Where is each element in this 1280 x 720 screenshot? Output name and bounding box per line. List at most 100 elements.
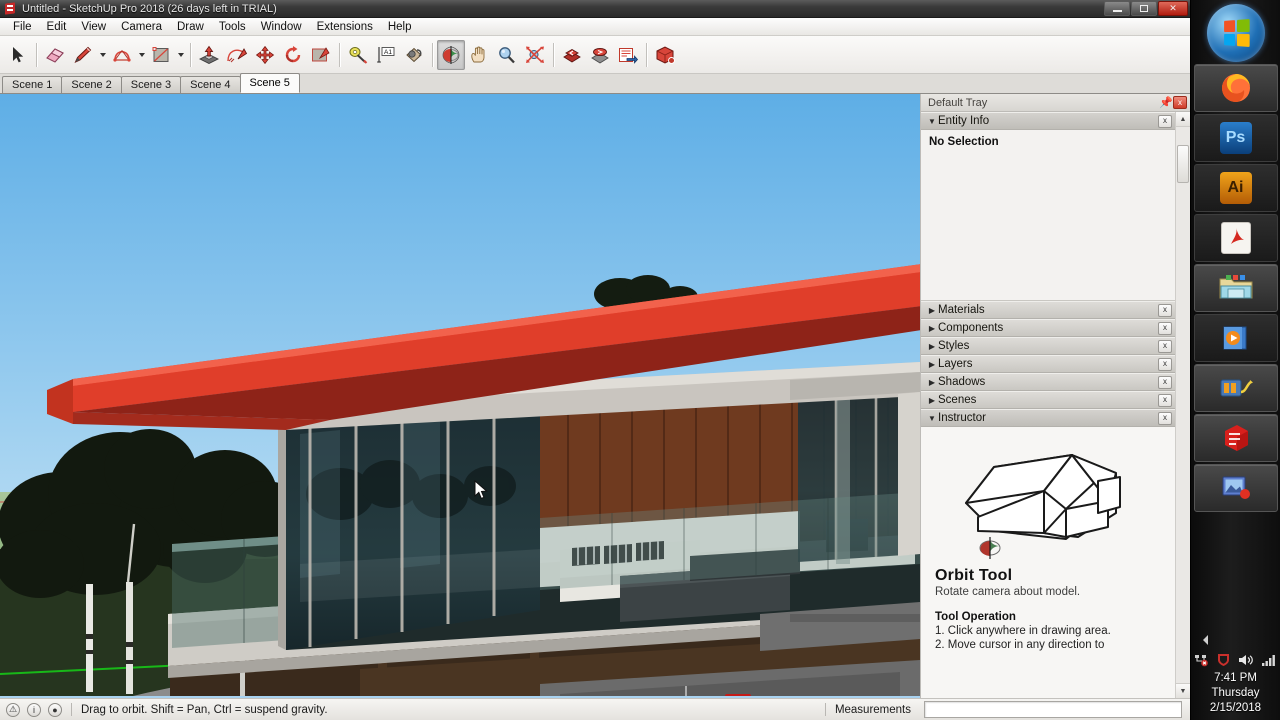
menu-tools[interactable]: Tools (212, 19, 253, 35)
menu-edit[interactable]: Edit (40, 19, 74, 35)
pan-tool[interactable] (465, 40, 493, 70)
media-player-icon (1223, 326, 1246, 350)
scene-tab-3[interactable]: Scene 3 (120, 76, 182, 93)
pin-icon[interactable]: 📌 (1159, 96, 1173, 110)
previous-view-tool[interactable] (558, 40, 586, 70)
panel-close-components[interactable]: x (1158, 321, 1172, 335)
3d-warehouse-tool[interactable] (651, 40, 679, 70)
taskbar-video-editor[interactable] (1193, 364, 1278, 412)
status-divider (71, 703, 72, 716)
line-tool-dropdown-icon[interactable] (97, 40, 108, 70)
show-hidden-icons-button[interactable] (1191, 634, 1280, 646)
tape-measure-tool[interactable] (344, 40, 372, 70)
scroll-down-icon[interactable]: ▼ (1176, 683, 1190, 698)
clock-day: Thursday (1211, 687, 1260, 699)
tray-scrollbar[interactable]: ▲ ▼ (1175, 112, 1190, 698)
move-tool[interactable] (251, 40, 279, 70)
taskbar-firefox[interactable] (1193, 64, 1278, 112)
signal-icon[interactable] (1261, 653, 1277, 667)
entity-info-status: No Selection (929, 136, 999, 148)
menu-file[interactable]: File (6, 19, 39, 35)
taskbar-explorer[interactable] (1193, 264, 1278, 312)
panel-close-shadows[interactable]: x (1158, 375, 1172, 389)
measurements-input[interactable] (924, 701, 1182, 718)
menu-help[interactable]: Help (381, 19, 419, 35)
menu-camera[interactable]: Camera (114, 19, 169, 35)
panel-header-layers[interactable]: ▶ Layers x (921, 355, 1175, 373)
orbit-tool[interactable] (437, 39, 465, 70)
network-icon[interactable] (1194, 653, 1209, 667)
taskbar-photoshop[interactable]: Ps (1193, 114, 1278, 162)
panel-header-components[interactable]: ▶ Components x (921, 319, 1175, 337)
close-button[interactable]: ✕ (1158, 1, 1188, 16)
paint-bucket-tool[interactable] (400, 40, 428, 70)
panel-header-instructor[interactable]: ▼ Instructor x (921, 409, 1175, 427)
panel-header-shadows[interactable]: ▶ Shadows x (921, 373, 1175, 391)
rectangle-tool-dropdown-icon[interactable] (175, 40, 186, 70)
panel-header-entity-info[interactable]: ▼ Entity Info x (921, 112, 1175, 130)
scroll-up-icon[interactable]: ▲ (1176, 112, 1190, 127)
eraser-tool[interactable] (41, 40, 69, 70)
pushpull-tool[interactable] (195, 40, 223, 70)
taskbar-media-player[interactable] (1193, 314, 1278, 362)
panel-close-entity-info[interactable]: x (1158, 114, 1172, 128)
arc-tool[interactable] (108, 40, 136, 70)
scrollbar-track[interactable] (1176, 127, 1190, 683)
scene-tab-2[interactable]: Scene 2 (61, 76, 122, 93)
position-camera-tool[interactable] (614, 40, 642, 70)
offset-tool[interactable] (307, 40, 335, 70)
scene-tab-5[interactable]: Scene 5 (239, 73, 300, 93)
select-tool[interactable] (4, 40, 32, 70)
tray-close-button[interactable]: x (1173, 96, 1187, 109)
panel-title-materials: Materials (938, 304, 985, 316)
panel-header-scenes[interactable]: ▶ Scenes x (921, 391, 1175, 409)
panel-close-materials[interactable]: x (1158, 303, 1172, 317)
panel-close-layers[interactable]: x (1158, 357, 1172, 371)
toolbar-separator (36, 42, 37, 67)
taskbar-acrobat[interactable] (1193, 214, 1278, 262)
default-tray: Default Tray 📌 x ▼ Entity Info x No Sele (920, 94, 1190, 698)
model-viewport[interactable] (0, 94, 920, 698)
chevron-down-icon: ▼ (928, 413, 936, 423)
photoshop-icon: Ps (1219, 122, 1252, 154)
volume-icon[interactable] (1238, 653, 1254, 667)
dimension-tool[interactable]: A1 (372, 40, 400, 70)
minimize-button[interactable] (1104, 1, 1130, 16)
start-button[interactable] (1206, 4, 1265, 62)
taskbar-image-viewer[interactable] (1193, 464, 1278, 512)
panel-close-instructor[interactable]: x (1158, 411, 1172, 425)
menu-window[interactable]: Window (254, 19, 309, 35)
taskbar-illustrator[interactable]: Ai (1193, 164, 1278, 212)
warning-icon[interactable]: ⚠ (6, 702, 20, 717)
maximize-button[interactable] (1131, 1, 1157, 16)
arc-tool-dropdown-icon[interactable] (136, 40, 147, 70)
panel-header-materials[interactable]: ▶ Materials x (921, 301, 1175, 319)
rectangle-tool[interactable] (147, 40, 175, 70)
panel-close-scenes[interactable]: x (1158, 393, 1172, 407)
scene-tab-4[interactable]: Scene 4 (180, 76, 241, 93)
followme-tool[interactable] (223, 40, 251, 70)
security-shield-icon[interactable] (1216, 652, 1231, 667)
toolbar-separator (190, 42, 191, 67)
zoom-tool[interactable] (493, 40, 521, 70)
rotate-tool[interactable] (279, 40, 307, 70)
toolbar-separator (646, 42, 647, 67)
instructor-text: Orbit Tool Rotate camera about model. To… (921, 567, 1175, 651)
next-view-tool[interactable] (586, 40, 614, 70)
taskbar-sketchup[interactable] (1193, 414, 1278, 462)
scene-tab-1[interactable]: Scene 1 (2, 76, 63, 93)
person-icon[interactable]: ● (48, 702, 62, 717)
info-icon[interactable]: i (27, 702, 41, 717)
menu-extensions[interactable]: Extensions (310, 19, 380, 35)
system-tray-icons (1194, 652, 1277, 667)
menu-draw[interactable]: Draw (170, 19, 211, 35)
instructor-tool-name: Orbit Tool (935, 567, 1013, 584)
menu-view[interactable]: View (74, 19, 113, 35)
panel-header-styles[interactable]: ▶ Styles x (921, 337, 1175, 355)
scrollbar-thumb[interactable] (1177, 145, 1189, 183)
taskbar-clock[interactable]: 7:41 PM Thursday 2/15/2018 (1210, 671, 1261, 716)
panel-close-styles[interactable]: x (1158, 339, 1172, 353)
folder-icon (1219, 275, 1252, 299)
zoom-extents-tool[interactable] (521, 40, 549, 70)
line-tool[interactable] (69, 40, 97, 70)
